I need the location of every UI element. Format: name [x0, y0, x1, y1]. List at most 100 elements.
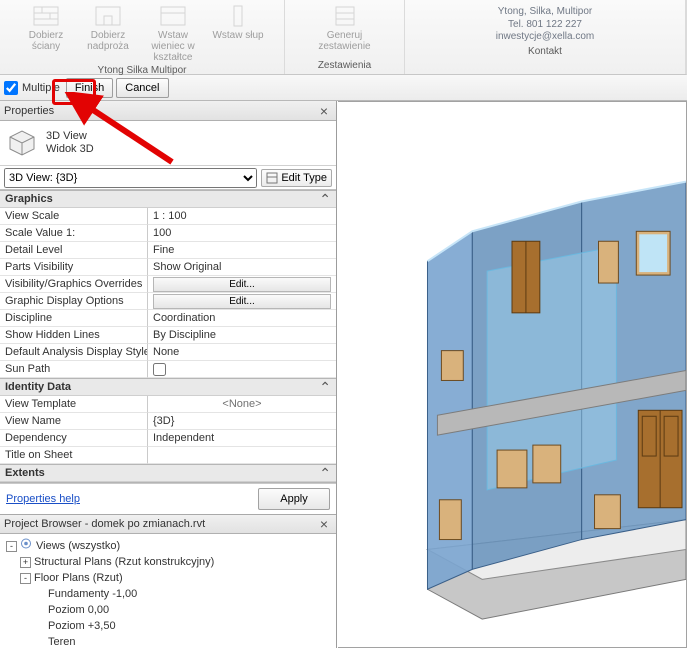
property-row[interactable]: Title on Sheet	[0, 447, 336, 464]
3d-view-icon	[6, 129, 38, 157]
collapse-icon[interactable]: ⌃	[319, 379, 331, 396]
property-value[interactable]: 1 : 100	[148, 208, 336, 225]
property-row[interactable]: DisciplineCoordination	[0, 310, 336, 327]
property-value[interactable]	[148, 447, 336, 464]
properties-help-link[interactable]: Properties help	[6, 493, 80, 505]
properties-title: Properties	[4, 105, 54, 117]
ring-beam-icon	[159, 4, 187, 28]
property-key: View Name	[0, 413, 148, 430]
property-value[interactable]: Fine	[148, 242, 336, 259]
tree-node[interactable]: -Views (wszystko)	[6, 538, 332, 555]
property-value[interactable]: Coordination	[148, 310, 336, 327]
multiple-check-input[interactable]	[4, 81, 18, 95]
collapse-icon[interactable]: ⌃	[319, 191, 331, 208]
property-value[interactable]: Edit...	[148, 276, 336, 293]
property-row[interactable]: Default Analysis Display StyleNone	[0, 344, 336, 361]
property-value[interactable]: By Discipline	[148, 327, 336, 344]
tree-node[interactable]: +Structural Plans (Rzut konstrukcyjny)	[6, 555, 332, 571]
ribbon-label: Wstaw słup	[212, 30, 263, 41]
property-key: Graphic Display Options	[0, 293, 148, 310]
building-render	[338, 102, 686, 647]
collapse-icon[interactable]: ⌃	[319, 465, 331, 482]
type-selector[interactable]: 3D View Widok 3D	[0, 121, 336, 166]
apply-row: Properties help Apply	[0, 483, 336, 514]
property-row[interactable]: View Scale1 : 100	[0, 208, 336, 225]
tree-node[interactable]: Poziom 0,00	[6, 603, 332, 619]
ribbon-group-ytong: Dobierz ściany Dobierz nadproża Wstaw wi…	[0, 0, 285, 74]
btn-dobierz-sciany[interactable]: Dobierz ściany	[16, 2, 76, 52]
property-value[interactable]: 100	[148, 225, 336, 242]
property-row[interactable]: DependencyIndependent	[0, 430, 336, 447]
property-checkbox[interactable]	[153, 363, 166, 376]
collapse-icon[interactable]: -	[6, 541, 17, 552]
instance-row: 3D View: {3D} Edit Type	[0, 166, 336, 190]
category-label: Graphics	[5, 193, 53, 205]
3d-viewport[interactable]	[338, 101, 687, 648]
property-row[interactable]: Visibility/Graphics OverridesEdit...	[0, 276, 336, 293]
type-family: 3D View	[46, 130, 94, 143]
property-value[interactable]: Independent	[148, 430, 336, 447]
ribbon-group-title: Kontakt	[408, 44, 682, 60]
tree-node[interactable]: Fundamenty -1,00	[6, 587, 332, 603]
property-key: Sun Path	[0, 361, 148, 378]
tree-label: Teren	[48, 635, 76, 648]
ribbon: Dobierz ściany Dobierz nadproża Wstaw wi…	[0, 0, 687, 75]
property-row[interactable]: View Name{3D}	[0, 413, 336, 430]
btn-dobierz-nadproza[interactable]: Dobierz nadproża	[78, 2, 138, 52]
property-key: View Template	[0, 396, 148, 413]
finish-button[interactable]: Finish	[66, 78, 113, 98]
category-label: Extents	[5, 467, 45, 479]
property-key: Discipline	[0, 310, 148, 327]
property-row[interactable]: Show Hidden LinesBy Discipline	[0, 327, 336, 344]
category-graphics[interactable]: Graphics ⌃	[0, 190, 336, 208]
tree-label: Poziom 0,00	[48, 603, 109, 619]
property-key: Title on Sheet	[0, 447, 148, 464]
close-icon[interactable]: ×	[316, 516, 332, 532]
property-value[interactable]: <None>	[148, 396, 336, 413]
edit-button[interactable]: Edit...	[153, 294, 331, 309]
property-grid: Graphics ⌃ View Scale1 : 100Scale Value 1…	[0, 190, 336, 483]
property-key: Parts Visibility	[0, 259, 148, 276]
property-row[interactable]: View Template<None>	[0, 396, 336, 413]
category-identity[interactable]: Identity Data⌃	[0, 378, 336, 396]
property-value[interactable]	[148, 361, 336, 378]
property-value[interactable]: Edit...	[148, 293, 336, 310]
property-row[interactable]: Parts VisibilityShow Original	[0, 259, 336, 276]
options-bar: Multiple Finish Cancel	[0, 75, 687, 101]
properties-header: Properties ×	[0, 101, 336, 121]
expand-icon[interactable]: +	[20, 557, 31, 568]
ribbon-group-title: Ytong Silka Multipor	[3, 63, 281, 79]
tree-label: Floor Plans (Rzut)	[34, 571, 123, 587]
category-extents[interactable]: Extents ⌃	[0, 464, 336, 482]
btn-wstaw-wieniec[interactable]: Wstaw wieniec w kształtce	[140, 2, 206, 63]
property-key: Scale Value 1:	[0, 225, 148, 242]
property-row[interactable]: Sun Path	[0, 361, 336, 378]
multiple-checkbox[interactable]: Multiple	[4, 81, 60, 95]
property-value[interactable]: {3D}	[148, 413, 336, 430]
ribbon-label: Dobierz ściany	[16, 30, 76, 52]
tree-node[interactable]: Poziom +3,50	[6, 619, 332, 635]
collapse-icon[interactable]: -	[20, 573, 31, 584]
instance-select[interactable]: 3D View: {3D}	[4, 168, 257, 188]
property-row[interactable]: Scale Value 1:100	[0, 225, 336, 242]
property-row[interactable]: Detail LevelFine	[0, 242, 336, 259]
cancel-button[interactable]: Cancel	[116, 78, 168, 98]
btn-wstaw-slup[interactable]: Wstaw słup	[208, 2, 268, 41]
type-name: Widok 3D	[46, 143, 94, 156]
edit-button[interactable]: Edit...	[153, 277, 331, 292]
wall-icon	[32, 4, 60, 28]
edit-type-button[interactable]: Edit Type	[261, 169, 332, 187]
property-value[interactable]: Show Original	[148, 259, 336, 276]
apply-button[interactable]: Apply	[258, 488, 330, 510]
ribbon-label: Generuj zestawienie	[302, 30, 388, 52]
property-row[interactable]: Graphic Display Options Edit...	[0, 293, 336, 310]
tree-node[interactable]: -Floor Plans (Rzut)	[6, 571, 332, 587]
tree-node[interactable]: Teren	[6, 635, 332, 648]
property-value[interactable]: None	[148, 344, 336, 361]
property-key: Default Analysis Display Style	[0, 344, 148, 361]
project-tree[interactable]: -Views (wszystko)+Structural Plans (Rzut…	[0, 534, 336, 648]
btn-generuj-zestawienie[interactable]: Generuj zestawienie	[302, 2, 388, 52]
close-icon[interactable]: ×	[316, 103, 332, 119]
contact-block[interactable]: Ytong, Silka, Multipor Tel. 801 122 227 …	[408, 2, 682, 44]
ribbon-group-zestawienia: Generuj zestawienie Zestawienia	[285, 0, 405, 74]
